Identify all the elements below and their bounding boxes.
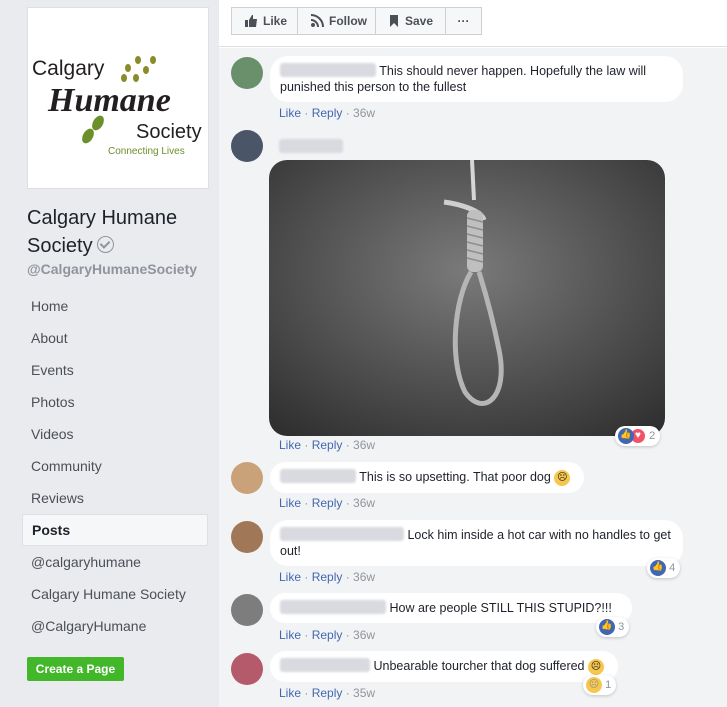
reaction-summary[interactable]: 3 xyxy=(596,617,630,637)
redacted-name xyxy=(280,658,370,672)
comment-actions: Like · Reply · 36w xyxy=(279,106,376,120)
page-action-bar: Like Follow Save ··· xyxy=(219,0,727,47)
comment-like-link[interactable]: Like xyxy=(279,106,301,120)
commenter-avatar[interactable] xyxy=(231,462,263,494)
redacted-name xyxy=(280,63,376,77)
comment-actions: Like · Reply · 36w xyxy=(279,496,376,510)
svg-text:Society: Society xyxy=(136,121,202,143)
comment-like-link[interactable]: Like xyxy=(279,686,301,700)
redacted-name xyxy=(279,139,343,153)
like-page-button[interactable]: Like xyxy=(231,7,298,35)
like-reaction-icon xyxy=(618,428,634,444)
comment-like-link[interactable]: Like xyxy=(279,570,301,584)
nav-item-reviews[interactable]: Reviews xyxy=(22,482,208,514)
commenter-avatar[interactable] xyxy=(231,57,263,89)
main-column: Like Follow Save ··· This should never h… xyxy=(219,0,727,707)
comment-timestamp[interactable]: 36w xyxy=(353,438,375,452)
comment-reply-link[interactable]: Reply xyxy=(312,438,343,452)
left-sidebar: Calgary Humane Society Connecting Lives … xyxy=(0,0,219,707)
nav-item-community[interactable]: Community xyxy=(22,450,208,482)
save-page-button[interactable]: Save xyxy=(375,7,446,35)
comment-reply-link[interactable]: Reply xyxy=(312,570,343,584)
comment-timestamp[interactable]: 36w xyxy=(353,496,375,510)
nav-item-home[interactable]: Home xyxy=(22,290,208,322)
noose-photo xyxy=(269,160,665,436)
nav-item-posts[interactable]: Posts xyxy=(22,514,208,546)
rss-follow-icon xyxy=(310,13,324,27)
redacted-name xyxy=(280,527,404,541)
calgary-humane-logo: Calgary Humane Society Connecting Lives xyxy=(32,56,202,157)
verified-badge-icon xyxy=(96,236,114,253)
follow-page-button[interactable]: Follow xyxy=(297,7,376,35)
comment-actions: Like · Reply · 36w xyxy=(279,628,376,642)
redacted-name xyxy=(280,600,386,614)
svg-text:Humane: Humane xyxy=(47,82,171,119)
nav-item-photos[interactable]: Photos xyxy=(22,386,208,418)
comment-attached-image[interactable] xyxy=(269,160,665,436)
reaction-summary[interactable]: 4 xyxy=(647,558,681,578)
nav-item-videos[interactable]: Videos xyxy=(22,418,208,450)
svg-text:Connecting Lives: Connecting Lives xyxy=(108,146,185,157)
bookmark-icon xyxy=(390,14,398,27)
svg-text:Calgary: Calgary xyxy=(32,57,105,80)
nav-item-calgaryhumane-twitter[interactable]: @CalgaryHumane xyxy=(22,610,208,642)
page-name[interactable]: Calgary Humane Society xyxy=(27,204,212,260)
comment-bubble: This is so upsetting. That poor dog ☹ xyxy=(270,462,584,493)
create-page-button[interactable]: Create a Page xyxy=(27,657,124,681)
comment-actions: Like · Reply · 36w xyxy=(279,570,376,584)
nav-item-about[interactable]: About xyxy=(22,322,208,354)
nav-item-events[interactable]: Events xyxy=(22,354,208,386)
comment-bubble: Lock him inside a hot car with no handle… xyxy=(270,520,683,566)
commenter-avatar[interactable] xyxy=(231,653,263,685)
commenter-avatar[interactable] xyxy=(231,594,263,626)
like-reaction-icon xyxy=(599,619,615,635)
comment-actions: Like · Reply · 35w xyxy=(279,686,376,700)
more-options-button[interactable]: ··· xyxy=(445,7,482,35)
comment-timestamp[interactable]: 36w xyxy=(353,106,375,120)
comment-bubble: This should never happen. Hopefully the … xyxy=(270,56,683,102)
comment-bubble: Unbearable tourcher that dog suffered ☹ xyxy=(270,651,618,682)
comment-reply-link[interactable]: Reply xyxy=(312,106,343,120)
comment-bubble: How are people STILL THIS STUPID?!!! xyxy=(270,593,632,623)
reaction-summary[interactable]: ♥ 2 xyxy=(615,426,661,446)
crying-emoji-icon: ☹ xyxy=(588,658,604,675)
reaction-summary[interactable]: ☹ 1 xyxy=(583,675,617,695)
page-nav: Home About Events Photos Videos Communit… xyxy=(22,290,208,642)
comments-feed: This should never happen. Hopefully the … xyxy=(219,48,727,707)
comment-like-link[interactable]: Like xyxy=(279,628,301,642)
nav-item-calgaryhumane-instagram[interactable]: @calgaryhumane xyxy=(22,546,208,578)
comment-reply-link[interactable]: Reply xyxy=(312,686,343,700)
comment-timestamp[interactable]: 35w xyxy=(353,686,375,700)
comment-timestamp[interactable]: 36w xyxy=(353,628,375,642)
nav-item-calgary-humane-society[interactable]: Calgary Humane Society xyxy=(22,578,208,610)
redacted-name xyxy=(280,469,356,483)
commenter-avatar[interactable] xyxy=(231,521,263,553)
comment-like-link[interactable]: Like xyxy=(279,438,301,452)
comment-reply-link[interactable]: Reply xyxy=(312,628,343,642)
page-profile-picture[interactable]: Calgary Humane Society Connecting Lives xyxy=(27,7,209,189)
thumbs-up-icon xyxy=(245,14,257,27)
page-handle[interactable]: @CalgaryHumaneSociety xyxy=(27,261,197,277)
comment-like-link[interactable]: Like xyxy=(279,496,301,510)
like-reaction-icon xyxy=(650,560,666,576)
comment-reply-link[interactable]: Reply xyxy=(312,496,343,510)
sad-reaction-icon: ☹ xyxy=(586,677,602,693)
comment-actions: Like · Reply · 36w xyxy=(279,438,376,452)
sad-emoji-icon: ☹ xyxy=(554,469,571,486)
comment-timestamp[interactable]: 36w xyxy=(353,570,375,584)
commenter-avatar[interactable] xyxy=(231,130,263,162)
